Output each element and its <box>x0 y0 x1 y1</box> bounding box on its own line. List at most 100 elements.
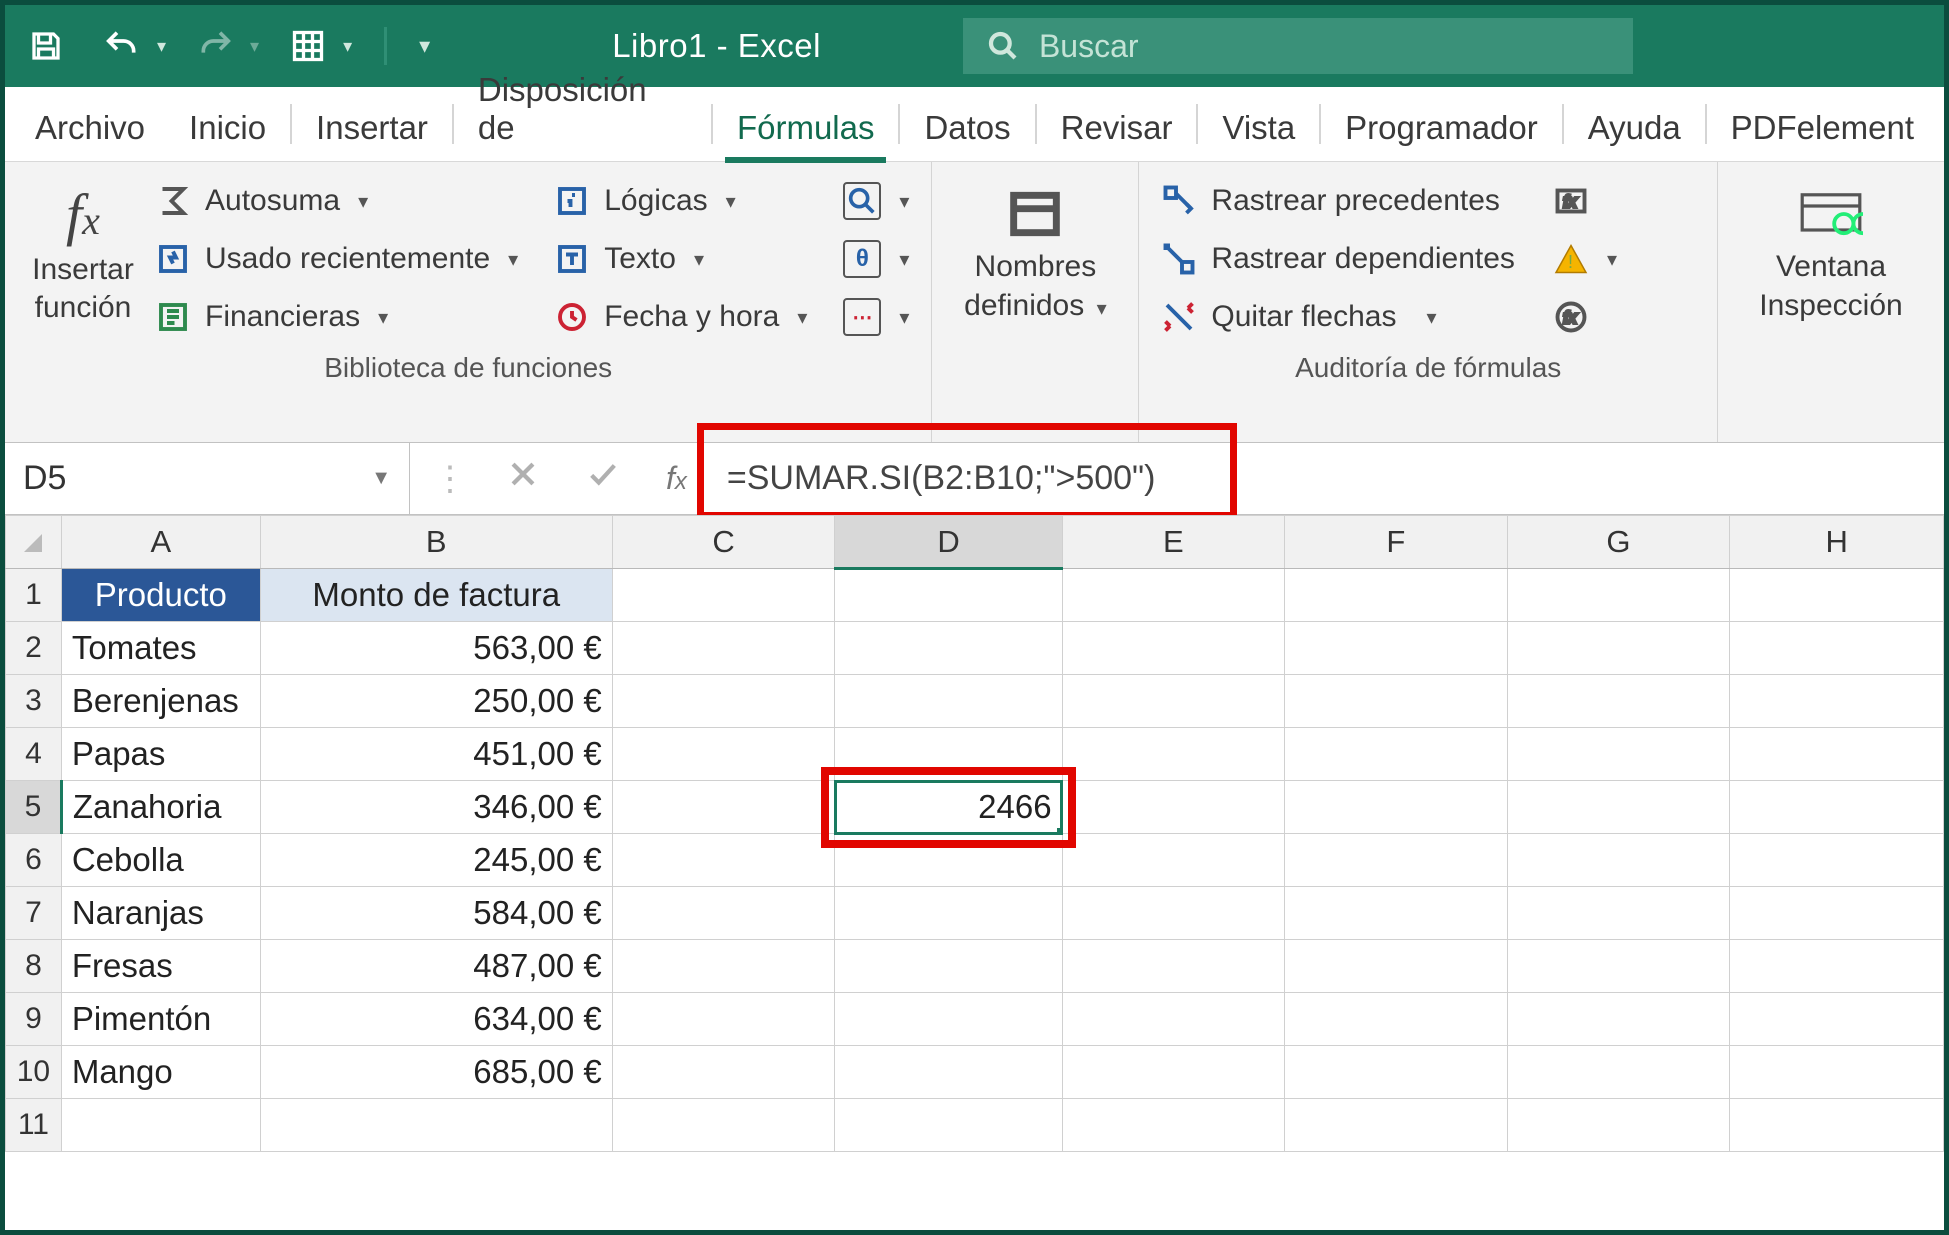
cell-C9[interactable] <box>612 993 835 1046</box>
cell-F1[interactable] <box>1285 569 1507 622</box>
cell-B9[interactable]: 634,00 € <box>260 993 612 1046</box>
cell-G1[interactable] <box>1507 569 1730 622</box>
row-header-4[interactable]: 4 <box>6 728 62 781</box>
cell-B5[interactable]: 346,00 € <box>260 781 612 834</box>
more-functions-button[interactable]: ⋯▾ <box>839 288 913 346</box>
row-header-9[interactable]: 9 <box>6 993 62 1046</box>
cell-C4[interactable] <box>612 728 835 781</box>
cell-G6[interactable] <box>1507 834 1730 887</box>
trace-dependents-button[interactable]: Rastrear dependientes <box>1157 230 1519 288</box>
quick-grid-button[interactable] <box>281 19 335 73</box>
tab-fórmulas[interactable]: Fórmulas <box>715 95 897 161</box>
cell-A2[interactable]: Tomates <box>61 622 260 675</box>
cell-D1[interactable] <box>835 569 1062 622</box>
cell-F3[interactable] <box>1285 675 1507 728</box>
cell-D4[interactable] <box>835 728 1062 781</box>
cell-D7[interactable] <box>835 887 1062 940</box>
cell-E1[interactable] <box>1062 569 1285 622</box>
cell-E4[interactable] <box>1062 728 1285 781</box>
cell-F8[interactable] <box>1285 940 1507 993</box>
cell-C1[interactable] <box>612 569 835 622</box>
chevron-down-icon[interactable]: ▼ <box>371 467 391 490</box>
cell-D11[interactable] <box>835 1099 1062 1152</box>
cell-C2[interactable] <box>612 622 835 675</box>
cell-G10[interactable] <box>1507 1046 1730 1099</box>
cell-G5[interactable] <box>1507 781 1730 834</box>
cell-D9[interactable] <box>835 993 1062 1046</box>
cell-E10[interactable] <box>1062 1046 1285 1099</box>
column-header-E[interactable]: E <box>1062 516 1285 569</box>
lookup-button[interactable]: ▾ <box>839 172 913 230</box>
formula-input[interactable]: =SUMAR.SI(B2:B10;">500") <box>703 443 1180 514</box>
cell-B3[interactable]: 250,00 € <box>260 675 612 728</box>
cell-B4[interactable]: 451,00 € <box>260 728 612 781</box>
cell-H8[interactable] <box>1730 940 1944 993</box>
cell-H1[interactable] <box>1730 569 1944 622</box>
cell-C8[interactable] <box>612 940 835 993</box>
tab-disposición-de[interactable]: Disposición de <box>456 57 709 161</box>
name-box[interactable]: D5 ▼ <box>5 443 410 514</box>
cell-D2[interactable] <box>835 622 1062 675</box>
column-header-A[interactable]: A <box>61 516 260 569</box>
row-header-6[interactable]: 6 <box>6 834 62 887</box>
column-header-F[interactable]: F <box>1285 516 1507 569</box>
search-box[interactable]: Buscar <box>963 18 1633 74</box>
cell-D10[interactable] <box>835 1046 1062 1099</box>
tab-programador[interactable]: Programador <box>1323 95 1560 161</box>
cell-C7[interactable] <box>612 887 835 940</box>
save-button[interactable] <box>19 19 73 73</box>
cell-A10[interactable]: Mango <box>61 1046 260 1099</box>
datetime-button[interactable]: Fecha y hora▾ <box>550 288 811 346</box>
cell-H7[interactable] <box>1730 887 1944 940</box>
cell-A9[interactable]: Pimentón <box>61 993 260 1046</box>
cell-A3[interactable]: Berenjenas <box>61 675 260 728</box>
cell-D5[interactable]: 2466 <box>835 781 1062 834</box>
cell-F7[interactable] <box>1285 887 1507 940</box>
cell-H9[interactable] <box>1730 993 1944 1046</box>
financial-button[interactable]: Financieras▾ <box>151 288 522 346</box>
cell-A6[interactable]: Cebolla <box>61 834 260 887</box>
cell-C6[interactable] <box>612 834 835 887</box>
cell-D3[interactable] <box>835 675 1062 728</box>
cell-A8[interactable]: Fresas <box>61 940 260 993</box>
cell-H6[interactable] <box>1730 834 1944 887</box>
text-button[interactable]: Texto▾ <box>550 230 811 288</box>
undo-button[interactable] <box>95 19 149 73</box>
cell-G2[interactable] <box>1507 622 1730 675</box>
recently-used-button[interactable]: Usado recientemente▾ <box>151 230 522 288</box>
tab-ayuda[interactable]: Ayuda <box>1566 95 1703 161</box>
cell-H10[interactable] <box>1730 1046 1944 1099</box>
cell-C3[interactable] <box>612 675 835 728</box>
fx-icon[interactable]: fx <box>666 460 687 497</box>
insert-function-button[interactable]: fx Insertar función <box>23 172 143 346</box>
cell-E5[interactable] <box>1062 781 1285 834</box>
cell-F10[interactable] <box>1285 1046 1507 1099</box>
cell-H4[interactable] <box>1730 728 1944 781</box>
cell-G4[interactable] <box>1507 728 1730 781</box>
cell-A1[interactable]: Producto <box>61 569 260 622</box>
cell-B10[interactable]: 685,00 € <box>260 1046 612 1099</box>
cell-A4[interactable]: Papas <box>61 728 260 781</box>
math-button[interactable]: θ▾ <box>839 230 913 288</box>
cell-G9[interactable] <box>1507 993 1730 1046</box>
tab-inicio[interactable]: Inicio <box>167 95 288 161</box>
column-header-D[interactable]: D <box>835 516 1062 569</box>
cell-C5[interactable] <box>612 781 835 834</box>
error-checking-button[interactable]: !▾ <box>1549 230 1621 288</box>
cell-F6[interactable] <box>1285 834 1507 887</box>
cell-B2[interactable]: 563,00 € <box>260 622 612 675</box>
tab-insertar[interactable]: Insertar <box>294 95 450 161</box>
autosum-button[interactable]: Autosuma▾ <box>151 172 522 230</box>
cell-H2[interactable] <box>1730 622 1944 675</box>
logical-button[interactable]: Lógicas▾ <box>550 172 811 230</box>
column-header-B[interactable]: B <box>260 516 612 569</box>
cell-F9[interactable] <box>1285 993 1507 1046</box>
cell-G8[interactable] <box>1507 940 1730 993</box>
cell-B8[interactable]: 487,00 € <box>260 940 612 993</box>
cancel-formula-icon[interactable] <box>506 457 540 500</box>
cell-H5[interactable] <box>1730 781 1944 834</box>
tab-pdfelement[interactable]: PDFelement <box>1709 95 1936 161</box>
cell-G11[interactable] <box>1507 1099 1730 1152</box>
cell-E9[interactable] <box>1062 993 1285 1046</box>
row-header-8[interactable]: 8 <box>6 940 62 993</box>
